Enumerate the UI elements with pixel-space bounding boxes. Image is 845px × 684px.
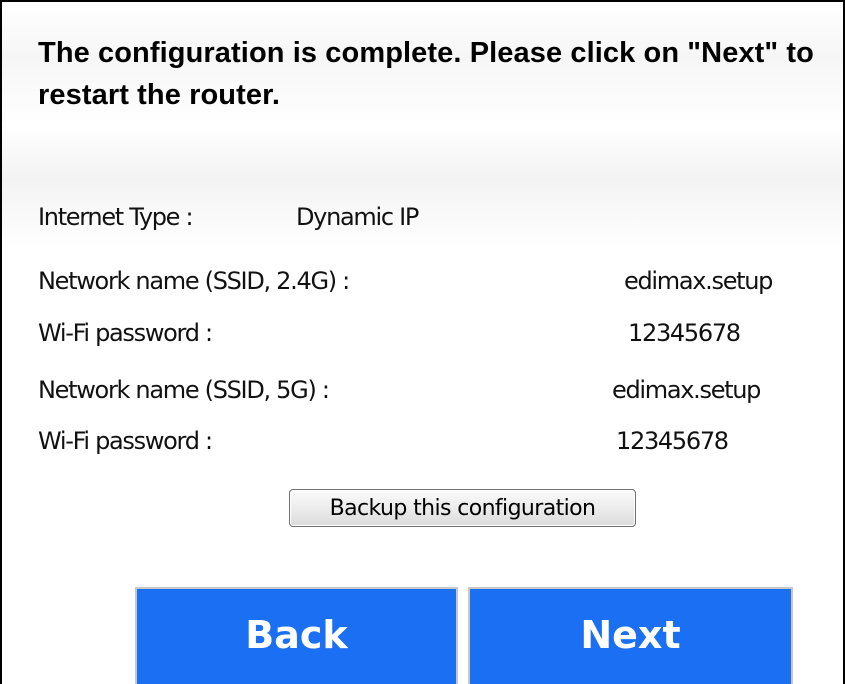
internet-type-row: Internet Type : Dynamic IP	[2, 203, 845, 237]
internet-type-value: Dynamic IP	[296, 203, 419, 231]
internet-type-label: Internet Type :	[38, 203, 194, 231]
back-button[interactable]: Back	[135, 587, 458, 684]
ssid-24g-value: edimax.setup	[624, 267, 773, 295]
ssid-24g-label: Network name (SSID, 2.4G) :	[38, 267, 350, 295]
setup-wizard-panel: The configuration is complete. Please cl…	[0, 0, 845, 684]
password-24g-label: Wi-Fi password :	[38, 319, 213, 347]
ssid-5g-label: Network name (SSID, 5G) :	[38, 376, 330, 404]
password-24g-value: 12345678	[628, 319, 741, 347]
password-24g-row: Wi-Fi password : 12345678	[2, 319, 845, 353]
ssid-24g-row: Network name (SSID, 2.4G) : edimax.setup	[2, 267, 845, 301]
completion-message: The configuration is complete. Please cl…	[38, 37, 814, 111]
ssid-5g-value: edimax.setup	[612, 376, 761, 404]
next-button[interactable]: Next	[468, 587, 793, 684]
password-5g-row: Wi-Fi password : 12345678	[2, 427, 845, 461]
password-5g-label: Wi-Fi password :	[38, 427, 213, 455]
backup-configuration-button[interactable]: Backup this configuration	[289, 489, 636, 527]
ssid-5g-row: Network name (SSID, 5G) : edimax.setup	[2, 376, 845, 410]
password-5g-value: 12345678	[616, 427, 729, 455]
